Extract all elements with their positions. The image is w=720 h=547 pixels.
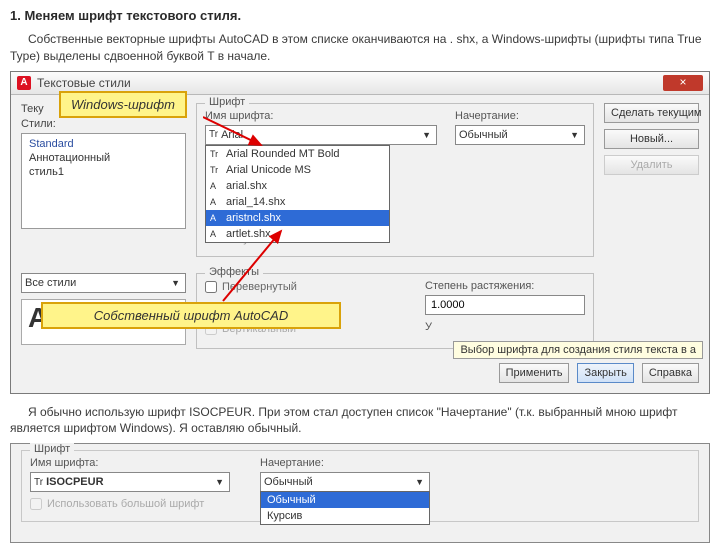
shx-icon: A [210,181,222,191]
snippet-font-selected: ISOCPEUR [46,476,213,488]
snippet-style-value: Обычный [264,476,413,488]
font-option-label: arial.shx [226,180,267,192]
font-option-selected[interactable]: Aaristncl.shx [206,210,389,226]
apply-button[interactable]: Применить [499,363,570,383]
dialog-title: Текстовые стили [37,76,663,90]
text-styles-dialog: A Текстовые стили × Windows-шрифт Теку С… [10,71,710,394]
font-style-value: Обычный [459,129,568,141]
snippet-style-dropdown[interactable]: Обычный ▼ [260,472,430,492]
font-style-label: Начертание: [455,110,585,122]
help-button[interactable]: Справка [642,363,699,383]
chevron-down-icon[interactable]: ▼ [213,477,226,487]
autocad-app-icon: A [17,76,31,90]
snippet-font-name-label: Имя шрифта: [30,457,230,469]
intro-paragraph: Собственные векторные шрифты AutoCAD в э… [10,31,710,65]
styles-label: Стили: [21,118,186,130]
font-option[interactable]: Tr Arial Unicode MS [206,162,389,178]
style-filter-dropdown[interactable]: Все стили ▼ [21,273,186,293]
style-item[interactable]: Standard [27,137,180,151]
width-factor-input[interactable] [425,295,585,315]
callout-autocad-font: Собственный шрифт AutoCAD [41,302,341,329]
style-option[interactable]: Курсив [261,508,429,524]
checkbox-label: Использовать большой шрифт [47,498,204,510]
font-option-label: arial_14.shx [226,196,285,208]
font-select-tooltip: Выбор шрифта для создания стиля текста в… [453,341,703,359]
arrow-to-shx-font [219,225,309,305]
snippet-bigfont-checkbox: Использовать большой шрифт [30,498,230,510]
font-style-dropdown[interactable]: Обычный ▼ [455,125,585,145]
font-option-label: aristncl.shx [226,212,281,224]
page-heading: 1. Меняем шрифт текстового стиля. [10,8,710,23]
font-option-label: Arial Unicode MS [226,164,311,176]
snippet-font-group-label: Шрифт [30,443,74,455]
chevron-down-icon[interactable]: ▼ [420,130,433,140]
font-option[interactable]: Aarial.shx [206,178,389,194]
set-current-button[interactable]: Сделать текущим [604,103,699,123]
shx-icon: A [210,213,222,223]
style-option-selected[interactable]: Обычный [261,492,429,508]
arrow-to-font-list [203,111,283,151]
chevron-down-icon[interactable]: ▼ [413,477,426,487]
callout-windows-font: Windows-шрифт [59,91,187,118]
close-dialog-button[interactable]: Закрыть [577,363,633,383]
delete-style-button: Удалить [604,155,699,175]
styles-listbox[interactable]: Standard Аннотационный стиль1 [21,133,186,229]
snippet-style-label: Начертание: [260,457,430,469]
style-item[interactable]: стиль1 [27,165,180,179]
chevron-down-icon[interactable]: ▼ [169,278,182,288]
second-paragraph: Я обычно использую шрифт ISOCPEUR. При э… [10,404,710,438]
chevron-down-icon[interactable]: ▼ [568,130,581,140]
truetype-icon: Tr [210,165,222,175]
style-filter-value: Все стили [25,277,169,289]
width-factor-label: Степень растяжения: [425,280,585,292]
style-item[interactable]: Аннотационный [27,151,180,165]
font-group-label: Шрифт [205,96,249,108]
snippet-style-list[interactable]: Обычный Курсив [260,491,430,525]
shx-icon: A [210,197,222,207]
new-style-button[interactable]: Новый... [604,129,699,149]
snippet-font-dropdown[interactable]: Tr ISOCPEUR ▼ [30,472,230,492]
oblique-angle-label: У [425,321,585,333]
font-option[interactable]: Aarial_14.shx [206,194,389,210]
truetype-icon: Tr [34,477,43,488]
close-button[interactable]: × [663,75,703,91]
snippet-font-groupbox: Шрифт Имя шрифта: Tr ISOCPEUR ▼ Использо… [21,450,699,522]
font-snippet-panel: Шрифт Имя шрифта: Tr ISOCPEUR ▼ Использо… [10,443,710,543]
